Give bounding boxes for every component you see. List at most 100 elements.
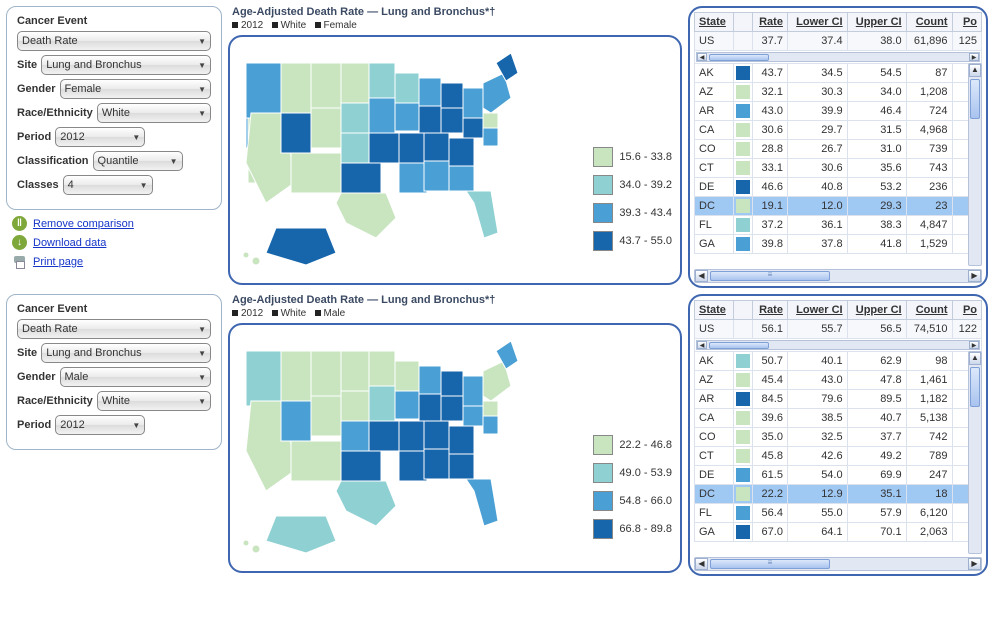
actions-panel: ‖ Remove comparison ↓ Download data Prin… [12, 216, 222, 269]
table-row[interactable]: FL56.455.057.96,120 [695, 504, 982, 523]
table-row[interactable]: CA39.638.540.75,138 [695, 409, 982, 428]
table-row[interactable]: AK50.740.162.998 [695, 352, 982, 371]
chevron-down-icon: ▼ [198, 37, 206, 46]
col-upperci[interactable]: Upper CI [847, 13, 906, 32]
race-select[interactable]: White ▼ [97, 391, 211, 411]
chevron-down-icon: ▼ [198, 373, 206, 382]
data-table: State Rate Lower CI Upper CI Count Po US… [694, 300, 982, 542]
col-lowerci[interactable]: Lower CI [787, 13, 847, 32]
remove-comparison-link[interactable]: Remove comparison [33, 218, 134, 230]
col-pop[interactable]: Po [952, 301, 982, 320]
remove-comparison-icon: ‖ [12, 216, 27, 231]
filter-panel-2: Cancer Event Death Rate ▼ Site Lung and … [6, 294, 222, 450]
vertical-scrollbar[interactable]: ▲ [968, 351, 982, 554]
table-row[interactable]: AR43.039.946.4724 [695, 102, 982, 121]
scroll-thumb[interactable] [970, 79, 980, 119]
legend-swatch [593, 231, 613, 251]
vertical-scrollbar[interactable]: ▲ [968, 63, 982, 266]
scroll-right-icon[interactable]: ▶ [968, 270, 981, 282]
chevron-down-icon: ▼ [198, 349, 206, 358]
scroll-thumb[interactable] [710, 271, 830, 281]
table-header-row: State Rate Lower CI Upper CI Count Po [695, 13, 982, 32]
us-summary-row[interactable]: US56.155.756.574,510122 [695, 320, 982, 339]
chevron-down-icon: ▼ [132, 421, 140, 430]
legend-swatch [593, 203, 613, 223]
period-label: Period [17, 419, 51, 431]
table-row[interactable]: CT33.130.635.6743 [695, 159, 982, 178]
map-frame-1[interactable]: 15.6 - 33.8 34.0 - 39.2 39.3 - 43.4 43.7… [228, 35, 682, 285]
table-row[interactable]: AZ45.443.047.81,461 [695, 371, 982, 390]
chevron-down-icon: ▼ [198, 85, 206, 94]
horizontal-scrollbar[interactable]: ◀ ▶ [694, 557, 982, 571]
classification-select[interactable]: Quantile ▼ [93, 151, 183, 171]
scroll-thumb[interactable] [710, 559, 830, 569]
map-frame-2[interactable]: 22.2 - 46.8 49.0 - 53.9 54.8 - 66.0 66.8… [228, 323, 682, 573]
gender-select[interactable]: Female ▼ [60, 79, 211, 99]
table-row[interactable]: CO35.032.537.7742 [695, 428, 982, 447]
period-label: Period [17, 131, 51, 143]
table-row[interactable]: AZ32.130.334.01,208 [695, 83, 982, 102]
gender-select[interactable]: Male ▼ [60, 367, 211, 387]
table-row[interactable]: AK43.734.554.587 [695, 64, 982, 83]
table-row[interactable]: GA67.064.170.12,063 [695, 523, 982, 542]
site-select[interactable]: Lung and Bronchus ▼ [41, 343, 211, 363]
col-rate[interactable]: Rate [752, 301, 787, 320]
table-row[interactable]: AR84.579.689.51,182 [695, 390, 982, 409]
classes-select[interactable]: 4 ▼ [63, 175, 153, 195]
map-legend-2: 22.2 - 46.8 49.0 - 53.9 54.8 - 66.0 66.8… [593, 435, 672, 547]
col-swatch[interactable] [733, 13, 752, 32]
map-subtitle-2: 2012 White Male [232, 308, 682, 319]
scroll-right-icon[interactable]: ▶ [968, 558, 981, 570]
filter-panel-1: Cancer Event Death Rate ▼ Site Lung and … [6, 6, 222, 210]
scroll-left-icon[interactable]: ◀ [695, 558, 708, 570]
col-state[interactable]: State [695, 301, 734, 320]
col-upperci[interactable]: Upper CI [847, 301, 906, 320]
table-row[interactable]: FL37.236.138.34,847 [695, 216, 982, 235]
scroll-up-icon[interactable]: ▲ [969, 64, 981, 77]
chevron-down-icon: ▼ [198, 109, 206, 118]
table-row[interactable]: DE46.640.853.2236 [695, 178, 982, 197]
classification-label: Classification [17, 155, 89, 167]
download-icon: ↓ [12, 235, 27, 250]
table-header-row: State Rate Lower CI Upper CI Count Po [695, 301, 982, 320]
map-title-2: Age-Adjusted Death Rate — Lung and Bronc… [232, 294, 682, 306]
legend-swatch [593, 463, 613, 483]
download-data-link[interactable]: Download data [33, 237, 106, 249]
panel-header: Cancer Event [17, 15, 211, 27]
table-row[interactable]: CT45.842.649.2789 [695, 447, 982, 466]
table-row[interactable]: DC19.112.029.323 [695, 197, 982, 216]
table-row[interactable]: CO28.826.731.0739 [695, 140, 982, 159]
gender-label: Gender [17, 83, 56, 95]
data-table-2: State Rate Lower CI Upper CI Count Po US… [688, 294, 988, 576]
scroll-thumb[interactable] [970, 367, 980, 407]
us-summary-row[interactable]: US37.737.438.061,896125 [695, 32, 982, 51]
col-count[interactable]: Count [906, 301, 952, 320]
table-row[interactable]: DE61.554.069.9247 [695, 466, 982, 485]
col-count[interactable]: Count [906, 13, 952, 32]
horizontal-scrollbar[interactable]: ◀ ▶ [694, 269, 982, 283]
col-state[interactable]: State [695, 13, 734, 32]
col-rate[interactable]: Rate [752, 13, 787, 32]
event-select[interactable]: Death Rate ▼ [17, 319, 211, 339]
period-select[interactable]: 2012 ▼ [55, 127, 145, 147]
table-row[interactable]: GA39.837.841.81,529 [695, 235, 982, 254]
period-select[interactable]: 2012 ▼ [55, 415, 145, 435]
table-row[interactable]: DC22.212.935.118 [695, 485, 982, 504]
map-title-1: Age-Adjusted Death Rate — Lung and Bronc… [232, 6, 682, 18]
legend-swatch [593, 491, 613, 511]
site-select[interactable]: Lung and Bronchus ▼ [41, 55, 211, 75]
chevron-down-icon: ▼ [198, 397, 206, 406]
scroll-up-icon[interactable]: ▲ [969, 352, 981, 365]
print-page-link[interactable]: Print page [33, 256, 83, 268]
col-swatch[interactable] [733, 301, 752, 320]
race-select[interactable]: White ▼ [97, 103, 211, 123]
classes-label: Classes [17, 179, 59, 191]
col-pop[interactable]: Po [952, 13, 982, 32]
print-icon [12, 254, 27, 269]
site-label: Site [17, 347, 37, 359]
table-row[interactable]: CA30.629.731.54,968 [695, 121, 982, 140]
event-select[interactable]: Death Rate ▼ [17, 31, 211, 51]
col-lowerci[interactable]: Lower CI [787, 301, 847, 320]
scroll-left-icon[interactable]: ◀ [695, 270, 708, 282]
site-label: Site [17, 59, 37, 71]
